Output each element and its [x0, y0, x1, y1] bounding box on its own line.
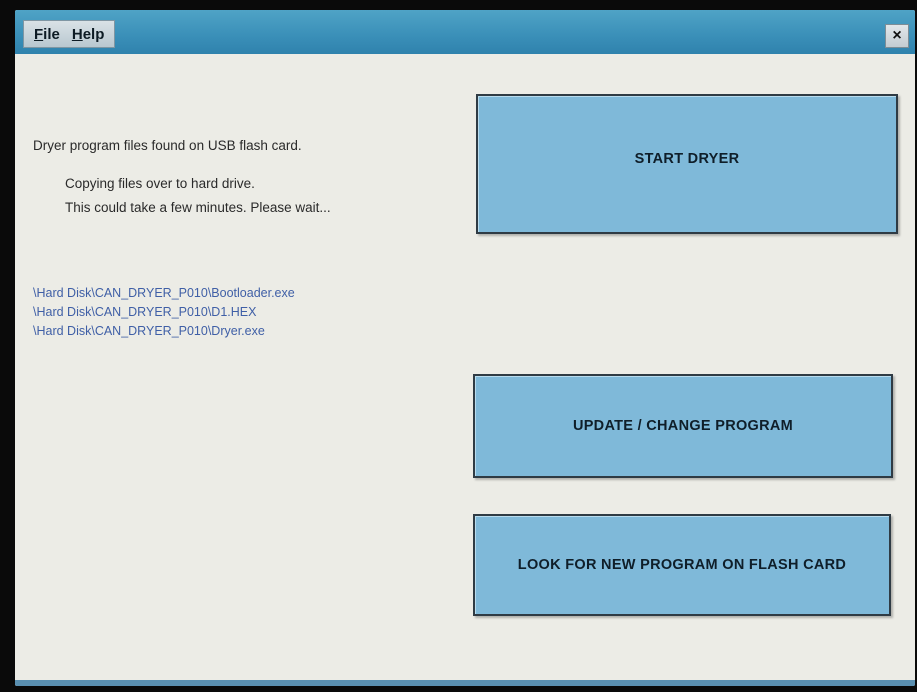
bottom-border — [15, 680, 915, 686]
menu-help[interactable]: Help — [72, 26, 105, 43]
status-found-message: Dryer program files found on USB flash c… — [33, 138, 302, 153]
file-path-item: \Hard Disk\CAN_DRYER_P010\Dryer.exe — [33, 324, 265, 338]
close-icon[interactable]: × — [885, 24, 909, 48]
update-program-label: UPDATE / CHANGE PROGRAM — [572, 418, 794, 434]
main-content: Dryer program files found on USB flash c… — [15, 54, 915, 686]
look-for-program-button[interactable]: LOOK FOR NEW PROGRAM ON FLASH CARD — [473, 514, 891, 616]
app-window: File Help × Dryer program files found on… — [15, 10, 915, 686]
start-dryer-label: START DRYER — [634, 151, 740, 167]
file-path-item: \Hard Disk\CAN_DRYER_P010\D1.HEX — [33, 305, 257, 319]
status-wait-message: This could take a few minutes. Please wa… — [65, 200, 331, 215]
file-path-item: \Hard Disk\CAN_DRYER_P010\Bootloader.exe — [33, 286, 295, 300]
status-copying-message: Copying files over to hard drive. — [65, 176, 255, 191]
menu-group: File Help — [23, 20, 116, 48]
update-program-button[interactable]: UPDATE / CHANGE PROGRAM — [473, 374, 893, 478]
start-dryer-button[interactable]: START DRYER — [476, 94, 898, 234]
menu-file[interactable]: File — [34, 26, 60, 43]
menu-bar: File Help × — [15, 10, 915, 54]
look-for-program-label: LOOK FOR NEW PROGRAM ON FLASH CARD — [517, 557, 847, 573]
